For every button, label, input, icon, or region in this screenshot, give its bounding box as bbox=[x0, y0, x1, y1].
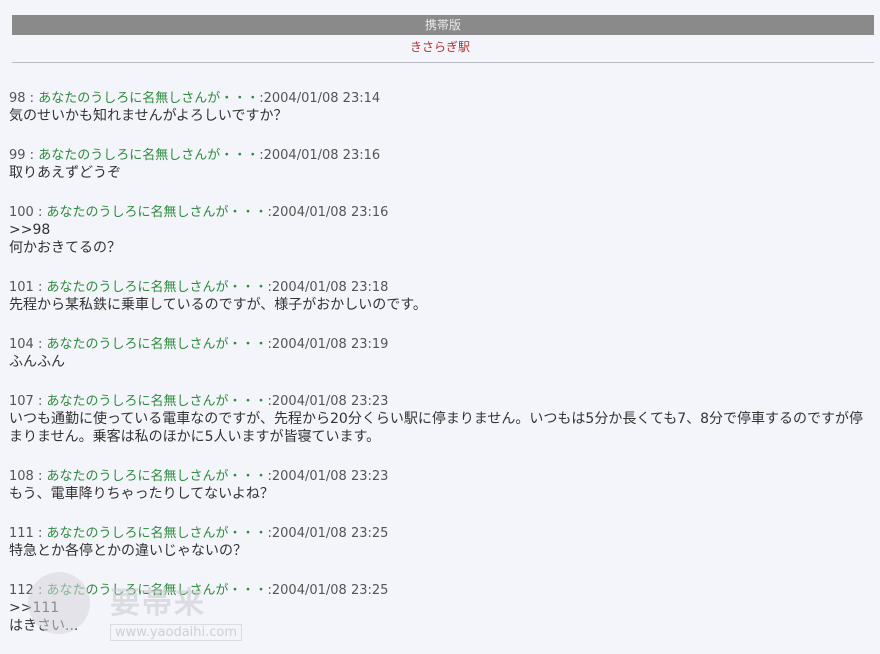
post-body: 取りあえずどうぞ bbox=[9, 165, 121, 181]
post-111: 111 : あなたのうしろに名無しさんが・・・:2004/01/08 23:25… bbox=[9, 525, 875, 560]
post-header: 107 : あなたのうしろに名無しさんが・・・:2004/01/08 23:23 bbox=[9, 393, 875, 410]
post-list: 98 : あなたのうしろに名無しさんが・・・: 2004/01/08 23:14 気… bbox=[9, 90, 875, 635]
post-104: 104 : あなたのうしろに名無しさんが・・・:2004/01/08 23:19… bbox=[9, 336, 875, 371]
post-separator: : bbox=[25, 91, 39, 106]
post-body: ふんふん bbox=[9, 354, 65, 370]
post-body: >>98 何かおきてるの？ bbox=[9, 222, 121, 256]
post-107: 107 : あなたのうしろに名無しさんが・・・:2004/01/08 23:23… bbox=[9, 393, 875, 446]
post-number[interactable]: 101 bbox=[9, 280, 34, 295]
post-number[interactable]: 108 bbox=[9, 469, 34, 484]
post-98: 98 : あなたのうしろに名無しさんが・・・:2004/01/08 23:14 気… bbox=[9, 90, 875, 125]
watermark-badge-icon bbox=[28, 572, 90, 634]
post-date: 2004/01/08 23:14 bbox=[263, 91, 381, 106]
post-header: 104 : あなたのうしろに名無しさんが・・・:2004/01/08 23:19 bbox=[9, 336, 875, 353]
post-body: 先程から某私鉄に乗車しているのですが、様子がおかしいのです。 bbox=[9, 297, 427, 313]
post-101: 101 : あなたのうしろに名無しさんが・・・:2004/01/08 23:18… bbox=[9, 279, 875, 314]
post-header: 111 : あなたのうしろに名無しさんが・・・:2004/01/08 23:25 bbox=[9, 525, 875, 542]
post-author-name: あなたのうしろに名無しさんが・・・ bbox=[46, 205, 268, 220]
post-number[interactable]: 111 bbox=[9, 526, 34, 541]
page-title: 携帯版 bbox=[424, 18, 461, 32]
post-separator: : bbox=[33, 394, 47, 409]
post-date: 2004/01/08 23:16 bbox=[271, 205, 389, 220]
post-separator: : bbox=[33, 337, 47, 352]
post-number[interactable]: 99 bbox=[9, 148, 26, 163]
post-header: 99 : あなたのうしろに名無しさんが・・・:2004/01/08 23:16 bbox=[9, 147, 875, 164]
post-author-name: あなたのうしろに名無しさんが・・・ bbox=[38, 148, 260, 163]
post-separator: : bbox=[33, 526, 47, 541]
watermark-text: 要帯来 bbox=[110, 586, 206, 621]
post-author-name: あなたのうしろに名無しさんが・・・ bbox=[46, 526, 268, 541]
post-separator: : bbox=[25, 148, 39, 163]
post-header: 101 : あなたのうしろに名無しさんが・・・:2004/01/08 23:18 bbox=[9, 279, 875, 296]
post-99: 99 : あなたのうしろに名無しさんが・・・:2004/01/08 23:16 取… bbox=[9, 147, 875, 182]
post-separator: : bbox=[33, 280, 47, 295]
post-header: 98 : あなたのうしろに名無しさんが・・・:2004/01/08 23:14 bbox=[9, 90, 875, 107]
post-number[interactable]: 100 bbox=[9, 205, 34, 220]
post-separator: : bbox=[33, 469, 47, 484]
post-100: 100 : あなたのうしろに名無しさんが・・・:2004/01/08 23:16… bbox=[9, 204, 875, 257]
post-author-name: あなたのうしろに名無しさんが・・・ bbox=[46, 469, 268, 484]
post-author-name: あなたのうしろに名無しさんが・・・ bbox=[46, 394, 268, 409]
page-title-bar: 携帯版 bbox=[12, 15, 874, 35]
post-date: 2004/01/08 23:16 bbox=[263, 148, 381, 163]
post-author-name: あなたのうしろに名無しさんが・・・ bbox=[46, 280, 268, 295]
post-body: もう、電車降りちゃったりしてないよね？ bbox=[9, 486, 274, 502]
post-date: 2004/01/08 23:23 bbox=[271, 394, 389, 409]
post-date: 2004/01/08 23:23 bbox=[271, 469, 389, 484]
watermark-logo: 要帯来 www.yaodaihi.com bbox=[28, 572, 298, 652]
post-header: 108 : あなたのうしろに名無しさんが・・・:2004/01/08 23:23 bbox=[9, 468, 875, 485]
header-divider bbox=[12, 62, 874, 63]
post-author-name: あなたのうしろに名無しさんが・・・ bbox=[46, 337, 268, 352]
post-number[interactable]: 107 bbox=[9, 394, 34, 409]
watermark-url: www.yaodaihi.com bbox=[110, 624, 243, 641]
post-body: 特急とか各停とかの違いじゃないの？ bbox=[9, 543, 247, 559]
post-date: 2004/01/08 23:25 bbox=[271, 526, 389, 541]
post-body: 気のせいかも知れませんがよろしいですか？ bbox=[9, 108, 288, 124]
post-body: いつも通勤に使っている電車なのですが、先程から20分くらい駅に停まりません。いつ… bbox=[9, 411, 864, 445]
post-separator: : bbox=[33, 205, 47, 220]
post-number[interactable]: 98 bbox=[9, 91, 26, 106]
thread-title-link[interactable]: きさらぎ駅 bbox=[0, 38, 880, 55]
post-108: 108 : あなたのうしろに名無しさんが・・・:2004/01/08 23:23… bbox=[9, 468, 875, 503]
post-author-name: あなたのうしろに名無しさんが・・・ bbox=[38, 91, 260, 106]
post-header: 100 : あなたのうしろに名無しさんが・・・:2004/01/08 23:16 bbox=[9, 204, 875, 221]
post-date: 2004/01/08 23:19 bbox=[271, 337, 389, 352]
post-number[interactable]: 104 bbox=[9, 337, 34, 352]
post-date: 2004/01/08 23:18 bbox=[271, 280, 389, 295]
